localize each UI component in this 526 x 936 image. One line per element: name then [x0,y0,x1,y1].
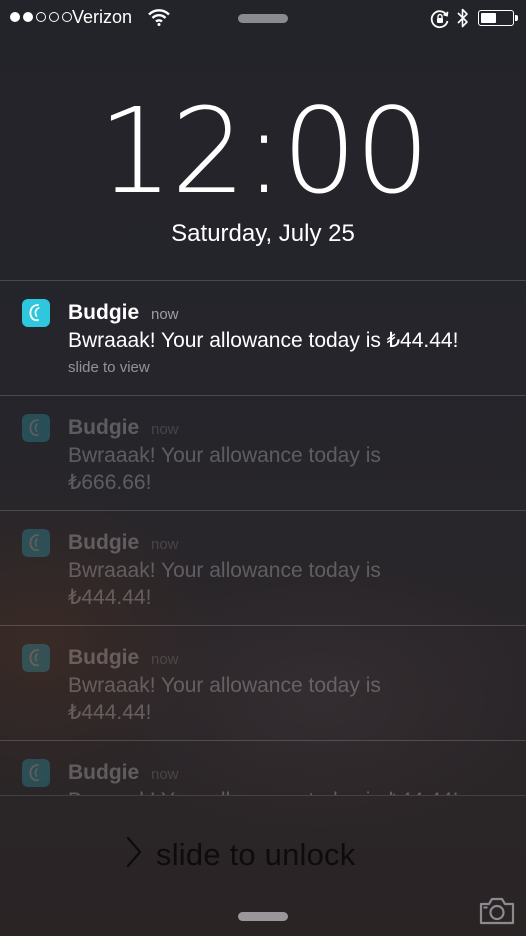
notification-item[interactable]: Budgie now Bwraaak! Your allowance today… [0,510,526,626]
status-bar: Verizon [0,0,526,36]
notification-center-grabber[interactable] [238,14,288,23]
rotation-lock-icon [430,9,450,34]
chevron-right-icon [126,836,142,873]
signal-strength-icon [10,12,72,22]
signal-dot [23,12,33,22]
divider [0,795,526,796]
battery-level [481,13,497,23]
notification-time: now [151,536,179,553]
signal-dot [10,12,20,22]
lock-screen-time: 12:00 [97,82,430,220]
notification-app-name: Budgie [68,646,140,669]
notification-message: Bwraaak! Your allowance today is ₺666.66… [68,444,381,494]
battery-icon [478,10,518,26]
signal-dot [62,12,72,22]
notification-item[interactable]: Budgie now Bwraaak! Your allowance today… [0,280,526,396]
signal-dot [49,12,59,22]
notification-item[interactable]: Budgie now Bwraaak! Your allowance today… [0,625,526,741]
budgie-app-icon [22,299,50,327]
camera-icon[interactable] [478,896,516,931]
budgie-app-icon [22,759,50,787]
slide-to-view-hint: slide to view [68,359,150,376]
bluetooth-icon [457,7,469,34]
notification-time: now [151,421,179,438]
notification-message: Bwraaak! Your allowance today is ₺44.44! [68,329,459,352]
notification-list[interactable]: Budgie now Bwraaak! Your allowance today… [0,280,526,795]
budgie-app-icon [22,529,50,557]
control-center-grabber[interactable] [238,912,288,921]
notification-message: Bwraaak! Your allowance today is ₺444.44… [68,559,381,609]
notification-time: now [151,766,179,783]
notification-message: Bwraaak! Your allowance today is ₺44.44! [68,787,508,795]
notification-app-name: Budgie [68,531,140,554]
notification-app-name: Budgie [68,301,140,324]
notification-app-name: Budgie [68,416,140,439]
budgie-app-icon [22,644,50,672]
signal-dot [36,12,46,22]
notification-time: now [151,306,179,323]
notification-item[interactable]: Budgie now Bwraaak! Your allowance today… [0,740,526,795]
carrier-name: Verizon [72,7,133,27]
slide-to-unlock[interactable]: slide to unlock [126,836,355,873]
notification-time: now [151,651,179,668]
wifi-icon [148,8,170,31]
lock-screen-date: Saturday, July 25 [171,220,355,247]
notification-message: Bwraaak! Your allowance today is ₺444.44… [68,674,381,724]
budgie-app-icon [22,414,50,442]
notification-item[interactable]: Budgie now Bwraaak! Your allowance today… [0,395,526,511]
slide-to-unlock-label: slide to unlock [156,836,356,872]
notification-app-name: Budgie [68,761,140,784]
